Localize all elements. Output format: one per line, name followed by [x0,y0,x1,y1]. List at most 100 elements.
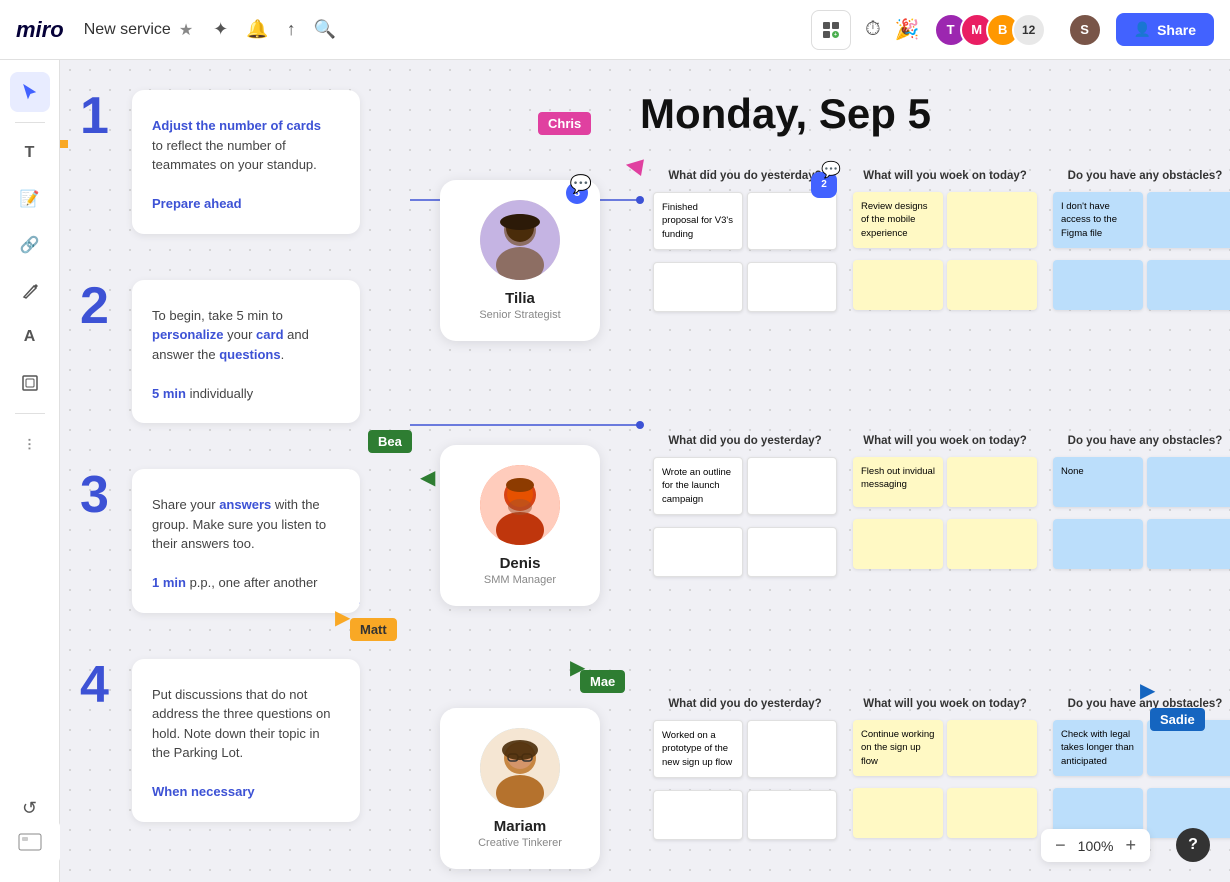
project-title: New service [84,21,171,39]
apps-button[interactable]: + [811,10,851,50]
sticky-tilia-today-3[interactable] [853,260,943,310]
text-tool[interactable]: T [10,133,50,173]
celebration-icon[interactable]: 🎉 [895,17,920,42]
col-yesterday-2: What did you do yesterday? Wrote an outl… [645,435,845,583]
notification-icon[interactable]: 🔔 [246,19,268,40]
sticky-denis-obstacles-4[interactable] [1147,519,1230,569]
step-3-number: 3 [80,469,120,629]
person-card-tilia: 3 💬 Tilia Senior Strategist [440,180,600,341]
sticky-denis-today-4[interactable] [947,519,1037,569]
sticky-row-2-yesterday-2 [653,527,837,583]
sticky-mariam-today-3[interactable] [853,788,943,838]
col-header-today-3: What will you woek on today? [853,698,1037,710]
name-mariam: Mariam [494,818,547,835]
sticky-tilia-today-2[interactable] [947,192,1037,248]
sticky-denis-obstacles-1[interactable]: None [1053,457,1143,507]
instruction-1: 1 Adjust the number of cards to reflect … [80,90,360,250]
sticky-mariam-today-2[interactable] [947,720,1037,776]
sticky-denis-yesterday-2[interactable] [747,457,837,515]
more-tools[interactable]: ··· [10,424,50,464]
sticky-tool[interactable]: 📝 [10,179,50,219]
share-icon: 👤 [1134,21,1151,38]
sticky-row-2-yesterday [653,262,837,318]
zoom-out-button[interactable]: − [1055,835,1066,856]
sticky-mariam-yesterday-3[interactable] [653,790,743,840]
share-button[interactable]: 👤 Share [1116,13,1214,46]
step-1-number: 1 [80,90,120,250]
shape-tool[interactable]: 🔗 [10,225,50,265]
minimap-button[interactable] [0,822,60,862]
standup-row-2: What did you do yesterday? Wrote an outl… [645,435,1230,583]
timer-icon[interactable]: ⏱ [865,18,881,41]
sticky-tilia-obstacles-2[interactable] [1147,192,1230,248]
instructions-panel: 1 Adjust the number of cards to reflect … [80,90,360,868]
svg-text:+: + [834,32,837,38]
photo-tilia [480,200,560,280]
sticky-row-1-obstacles-2: None [1053,457,1230,513]
select-tool[interactable] [10,72,50,112]
sticky-denis-obstacles-3[interactable] [1053,519,1143,569]
sticky-row-1-yesterday: Finished proposal for V3's funding [653,192,837,256]
help-button[interactable]: ? [1176,828,1210,862]
sticky-tilia-yesterday-4[interactable] [747,262,837,312]
sticky-denis-yesterday-4[interactable] [747,527,837,577]
frame-tool[interactable] [10,363,50,403]
sticky-tilia-today-1[interactable]: Review designs of the mobile experience [853,192,943,248]
sticky-tilia-yesterday-2[interactable] [747,192,837,250]
cursor-chris: Chris [538,112,591,135]
col-obstacles-2: Do you have any obstacles? None [1045,435,1230,583]
photo-mariam [480,728,560,808]
sticky-denis-today-3[interactable] [853,519,943,569]
cursor-sadie-arrow: ▶ [1140,678,1155,703]
zoom-in-button[interactable]: + [1125,835,1136,856]
yellow-corner-marker [60,140,68,148]
sticky-mariam-yesterday-1[interactable]: Worked on a prototype of the new sign up… [653,720,743,778]
step-4-card: Put discussions that do not address the … [132,659,360,822]
sticky-row-2-obstacles-2 [1053,519,1230,575]
instruction-3: 3 Share your answers with the group. Mak… [80,469,360,629]
zoom-controls: − 100% + [1041,829,1150,862]
sticky-row-1-obstacles: I don't have access to the Figma file [1053,192,1230,254]
sticky-row-1-yesterday-3: Worked on a prototype of the new sign up… [653,720,837,784]
settings-icon[interactable]: ✦ [213,19,228,40]
sticky-mariam-yesterday-2[interactable] [747,720,837,778]
share-label: Share [1157,22,1196,38]
sticky-row-2-yesterday-3 [653,790,837,846]
role-denis: SMM Manager [484,574,556,586]
sticky-denis-obstacles-2[interactable] [1147,457,1230,507]
topbar-icons: ✦ 🔔 ↑ 🔍 [213,19,336,40]
sticky-tilia-today-4[interactable] [947,260,1037,310]
sticky-tilia-obstacles-1[interactable]: I don't have access to the Figma file [1053,192,1143,248]
sticky-row-1-today-2: Flesh out invidual messaging [853,457,1037,513]
star-icon[interactable]: ★ [179,20,193,40]
search-icon[interactable]: 🔍 [314,19,336,40]
collab-count[interactable]: 12 [1012,13,1046,47]
name-denis: Denis [500,555,541,572]
step-4-text: Put discussions that do not address the … [152,679,340,802]
collab-avatars: T M B 12 [934,13,1046,47]
sticky-mariam-today-4[interactable] [947,788,1037,838]
bottom-left-toolbar: ↺ ↻ [0,780,60,882]
share-arrow-icon[interactable]: ↑ [287,19,296,40]
text-large-tool[interactable]: A [10,317,50,357]
sticky-row-1-yesterday-2: Wrote an outline for the launch campaign [653,457,837,521]
pen-tool[interactable] [10,271,50,311]
sticky-mariam-today-1[interactable]: Continue working on the sign up flow [853,720,943,776]
sticky-denis-yesterday-3[interactable] [653,527,743,577]
cursor-mae: Mae [580,670,625,693]
sticky-tilia-obstacles-3[interactable] [1053,260,1143,310]
sticky-mariam-yesterday-4[interactable] [747,790,837,840]
step-3-card: Share your answers with the group. Make … [132,469,360,613]
sticky-tilia-yesterday-1[interactable]: Finished proposal for V3's funding [653,192,743,250]
col-header-yesterday-2: What did you do yesterday? [653,435,837,447]
sticky-denis-today-1[interactable]: Flesh out invidual messaging [853,457,943,507]
sticky-mariam-obstacles-1[interactable]: Check with legal takes longer than antic… [1053,720,1143,776]
sticky-denis-today-2[interactable] [947,457,1037,507]
col-yesterday-1: What did you do yesterday? Finished prop… [645,170,845,322]
current-user-avatar[interactable]: S [1068,13,1102,47]
role-tilia: Senior Strategist [479,309,560,321]
sticky-denis-yesterday-1[interactable]: Wrote an outline for the launch campaign [653,457,743,515]
col-today-2: What will you woek on today? Flesh out i… [845,435,1045,583]
sticky-tilia-obstacles-4[interactable] [1147,260,1230,310]
sticky-tilia-yesterday-3[interactable] [653,262,743,312]
